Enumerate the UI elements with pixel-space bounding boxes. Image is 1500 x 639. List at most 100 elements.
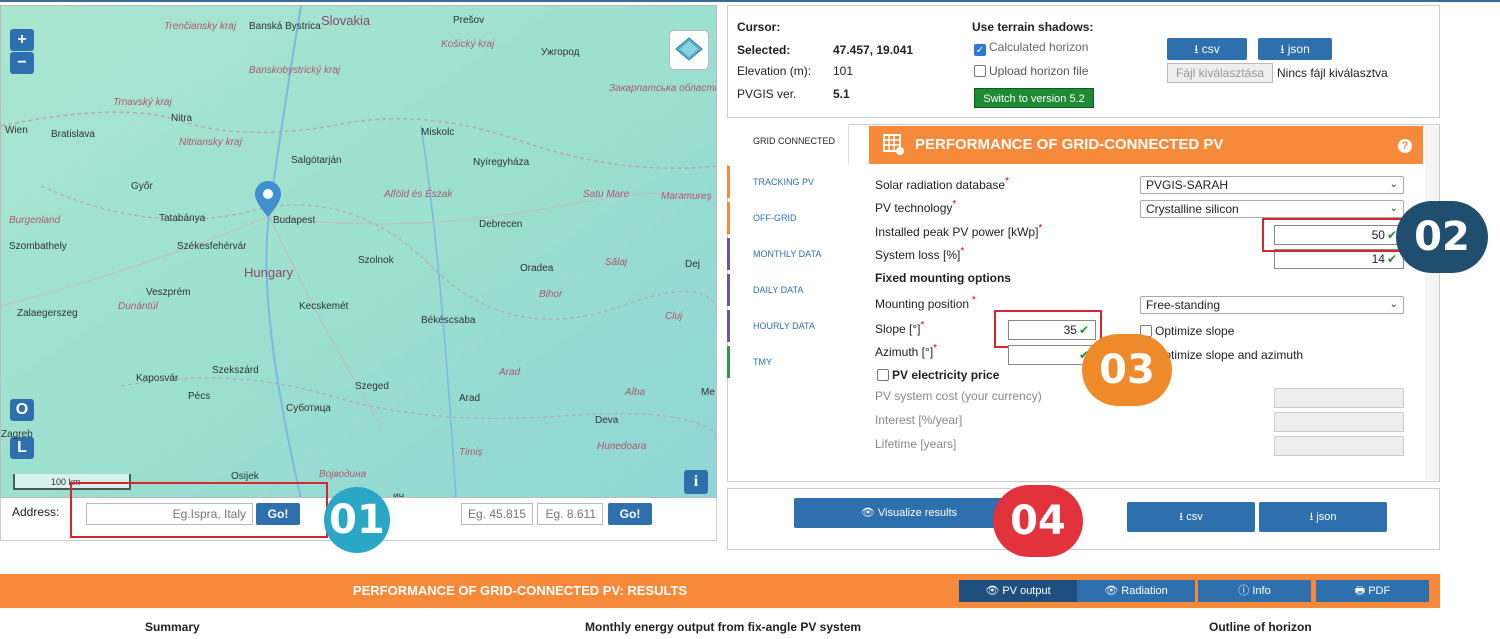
pv-technology-select[interactable]: Crystalline silicon ⌄ — [1140, 200, 1404, 218]
tab-label: MONTHLY DATA — [753, 249, 822, 259]
map-info-icon[interactable]: i — [684, 470, 708, 494]
pvgis-version-value: 5.1 — [833, 87, 850, 101]
map-place-label: Trnavský kraj — [113, 97, 172, 108]
latitude-input[interactable] — [461, 503, 533, 525]
info-tab[interactable]: ⓘ Info — [1198, 580, 1311, 602]
tab-off-grid[interactable]: OFF-GRID — [727, 200, 849, 236]
coords-go-button[interactable]: Go! — [608, 503, 652, 525]
checkbox-icon[interactable] — [877, 369, 889, 381]
horizon-csv-label: csv — [1201, 42, 1220, 56]
terrain-shadows-title: Use terrain shadows: — [972, 20, 1094, 34]
calculated-horizon-option[interactable]: ✓ Calculated horizon — [974, 40, 1088, 56]
download-icon: ⭳ — [1194, 42, 1202, 56]
map-place-label: Закарпатська область — [609, 83, 717, 94]
zoom-out-button[interactable]: − — [10, 52, 34, 74]
slope-label: Slope [°]* — [875, 320, 925, 336]
map-place-label: Dunántúl — [118, 301, 159, 312]
map-place-label: Cluj — [665, 311, 683, 322]
address-label: Address: — [12, 505, 60, 519]
chevron-down-icon: ⌄ — [1389, 179, 1398, 190]
map-place-label: Salgótarján — [291, 155, 342, 166]
pdf-button[interactable]: 🖶 PDF — [1316, 580, 1429, 602]
form-scrollbar[interactable] — [1425, 126, 1439, 480]
tab-label: TMY — [753, 357, 772, 367]
switch-version-button[interactable]: Switch to version 5.2 — [974, 88, 1094, 108]
zoom-in-button[interactable]: + — [10, 29, 34, 51]
map-view[interactable]: + − O L 100 km i Trenčiansky kraj Banská … — [0, 5, 717, 498]
map-place-label: Nitriansky kraj — [179, 137, 242, 148]
map-o-button[interactable]: O — [10, 399, 34, 421]
system-loss-value: 14 — [1371, 252, 1385, 266]
map-place-label: Békéscsaba — [421, 315, 476, 326]
pvgis-version-label: PVGIS ver. — [737, 87, 797, 101]
map-place-label: Satu Mare — [583, 189, 630, 200]
no-file-label: Nincs fájl kiválasztva — [1277, 66, 1388, 80]
eye-icon: 👁 — [985, 585, 1003, 597]
interest-label: Interest [%/year] — [875, 413, 963, 427]
help-icon[interactable]: ? — [1398, 139, 1412, 153]
map-place-label: Dej — [685, 259, 701, 270]
horizon-json-label: json — [1287, 42, 1310, 56]
radiation-db-select[interactable]: PVGIS-SARAH ⌄ — [1140, 176, 1404, 194]
map-place-label: Hunedoara — [597, 441, 647, 452]
check-icon: ✔ — [1386, 252, 1397, 266]
map-place-label: Slovakia — [321, 13, 371, 28]
tab-color-bar — [727, 202, 730, 234]
horizon-csv-button[interactable]: ⭳ csv — [1167, 38, 1247, 60]
pv-cost-input[interactable] — [1274, 388, 1404, 408]
elevation-label: Elevation (m): — [737, 64, 812, 78]
tab-color-bar — [727, 310, 730, 342]
mounting-position-select[interactable]: Free-standing ⌄ — [1140, 296, 1404, 314]
checkbox-checked-icon[interactable]: ✓ — [974, 44, 986, 56]
pdf-label: PDF — [1368, 585, 1391, 597]
monthly-output-heading: Monthly energy output from fix-angle PV … — [585, 620, 862, 634]
upload-horizon-option[interactable]: Upload horizon file — [974, 64, 1088, 78]
interest-input[interactable] — [1274, 412, 1404, 432]
step-badge-04: 04 — [993, 485, 1083, 557]
tab-label: HOURLY DATA — [753, 321, 815, 331]
optimize-slope-option[interactable]: Optimize slope — [1140, 324, 1234, 338]
map-place-label: Banská Bystrica — [249, 21, 321, 32]
pv-cost-label: PV system cost (your currency) — [875, 389, 1042, 403]
upload-horizon-label: Upload horizon file — [989, 64, 1089, 78]
tab-monthly-data[interactable]: MONTHLY DATA — [727, 236, 849, 272]
tab-hourly-data[interactable]: HOURLY DATA — [727, 308, 849, 344]
map-l-button[interactable]: L — [10, 437, 34, 459]
horizon-outline-heading: Outline of horizon — [1209, 620, 1312, 634]
selected-label: Selected: — [737, 43, 791, 57]
form-title: PERFORMANCE OF GRID-CONNECTED PV — [915, 136, 1224, 153]
info-label: Info — [1252, 585, 1271, 597]
map-place-label: Alföld és Észak — [384, 189, 453, 200]
checkbox-icon[interactable] — [974, 65, 986, 77]
tab-color-bar — [727, 126, 730, 158]
location-pin-icon[interactable] — [255, 181, 281, 217]
radiation-tab[interactable]: 👁 Radiation — [1077, 580, 1195, 602]
radiation-db-value: PVGIS-SARAH — [1146, 178, 1229, 192]
printer-icon: 🖶 — [1354, 585, 1369, 597]
tab-grid-connected[interactable]: GRID CONNECTED — [727, 124, 849, 164]
results-csv-button[interactable]: ⭳ csv — [1127, 502, 1255, 532]
horizon-json-button[interactable]: ⭳ json — [1258, 38, 1332, 60]
tab-tmy[interactable]: TMY — [727, 344, 849, 380]
tab-daily-data[interactable]: DAILY DATA — [727, 272, 849, 308]
layers-icon[interactable] — [669, 30, 709, 70]
lifetime-input[interactable] — [1274, 436, 1404, 456]
results-title: PERFORMANCE OF GRID-CONNECTED PV: RESULT… — [352, 583, 688, 598]
tab-label: TRACKING PV — [753, 177, 815, 187]
tab-tracking-pv[interactable]: TRACKING PV — [727, 164, 849, 200]
tab-label: GRID CONNECTED — [753, 136, 836, 146]
pv-price-label: PV electricity price — [892, 368, 1000, 382]
radiation-label: Radiation — [1121, 585, 1168, 597]
choose-file-button[interactable]: Fájl kiválasztása — [1167, 63, 1273, 83]
system-loss-input[interactable]: 14 ✔ — [1274, 249, 1404, 269]
map-place-label: Szekszárd — [212, 365, 259, 376]
pv-output-tab[interactable]: 👁 PV output — [959, 580, 1077, 602]
results-json-button[interactable]: ⭳ json — [1259, 502, 1387, 532]
map-place-label: Osijek — [231, 471, 259, 482]
longitude-input[interactable] — [537, 503, 603, 525]
visualize-results-button[interactable]: 👁 Visualize results — [794, 498, 1024, 528]
map-place-label: Суботица — [286, 403, 331, 414]
map-place-label: Zalaegerszeg — [17, 308, 78, 319]
pv-price-option[interactable]: PV electricity price — [877, 368, 999, 382]
map-place-label: Nitra — [171, 113, 193, 124]
